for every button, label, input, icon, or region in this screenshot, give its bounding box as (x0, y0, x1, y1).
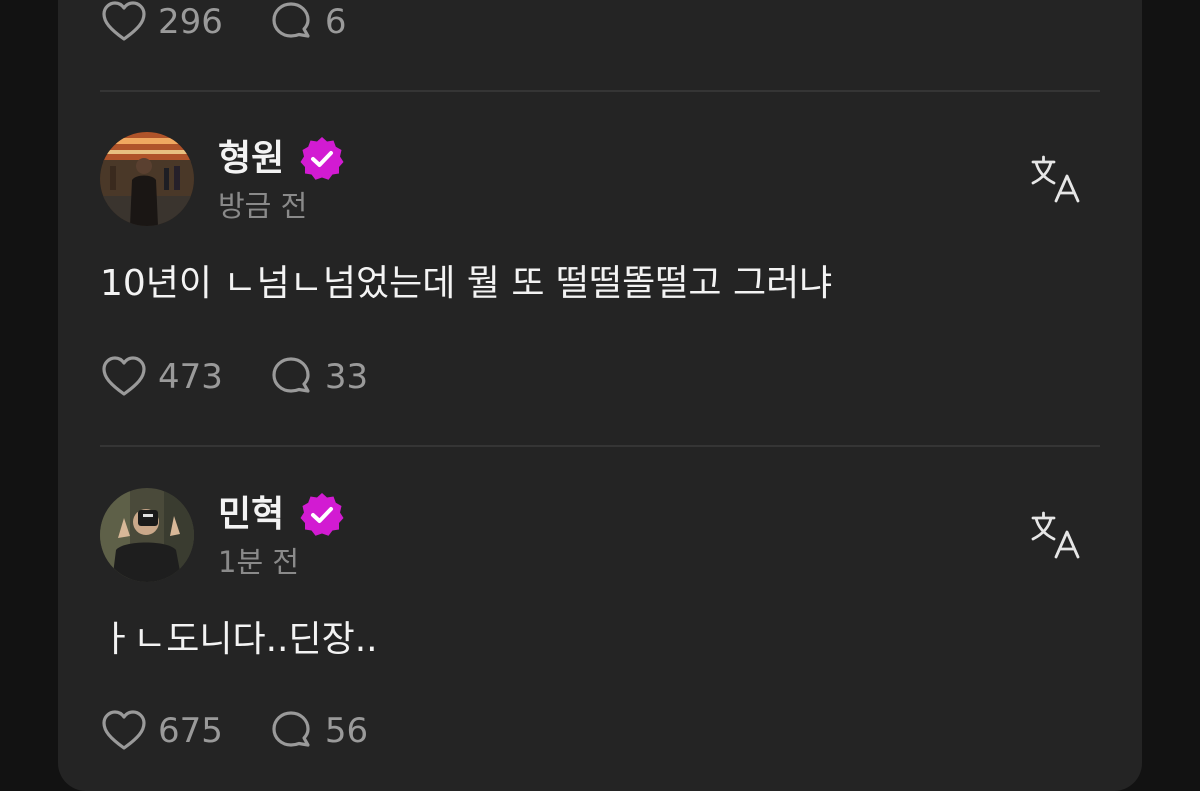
comment-bubble-icon (272, 2, 310, 38)
post-actions: 296 6 (100, 0, 391, 47)
post-text: ㅏㄴ도니다..딘장.. (100, 619, 378, 660)
comment-button[interactable]: 6 (267, 0, 347, 47)
post-actions: 473 33 (100, 352, 412, 402)
translate-icon[interactable] (1030, 154, 1082, 206)
comment-button[interactable]: 33 (267, 352, 368, 402)
verified-badge-icon (300, 493, 344, 536)
author-row: 민혁 (218, 490, 346, 540)
verified-badge-icon (300, 137, 344, 180)
username[interactable]: 형원 (218, 134, 284, 184)
heart-icon (102, 1, 146, 41)
comment-bubble-icon (272, 711, 310, 747)
like-button[interactable]: 473 (100, 352, 223, 402)
comment-count: 56 (324, 711, 369, 751)
username[interactable]: 민혁 (218, 490, 284, 540)
heart-icon (102, 356, 146, 396)
like-button[interactable]: 675 (100, 706, 223, 756)
comment-bubble-icon (272, 357, 310, 393)
like-count: 675 (158, 711, 223, 751)
post-previous: 296 6 (100, 0, 1100, 50)
heart-icon (102, 710, 146, 750)
like-button[interactable]: 296 (100, 0, 223, 47)
comment-button[interactable]: 56 (267, 706, 368, 756)
author-row: 형원 (218, 134, 346, 184)
post-divider (100, 445, 1100, 447)
post-item: 형원 방금 전 10년이 ㄴ넘ㄴ넘었는데 뭘 또 떨떨똘떨고 그러냐 473 3… (100, 132, 1100, 402)
post-actions: 675 56 (100, 706, 412, 756)
comment-count: 33 (324, 357, 369, 397)
post-time: 방금 전 (218, 189, 308, 223)
translate-icon[interactable] (1030, 510, 1082, 562)
post-text: 10년이 ㄴ넘ㄴ넘었는데 뭘 또 떨떨똘떨고 그러냐 (100, 263, 833, 304)
like-count: 473 (158, 357, 223, 397)
post-divider (100, 90, 1100, 92)
post-time: 1분 전 (218, 545, 300, 579)
like-count: 296 (158, 2, 223, 42)
post-item: 민혁 1분 전 ㅏㄴ도니다..딘장.. 675 56 (100, 488, 1100, 758)
avatar[interactable] (100, 132, 194, 226)
comment-count: 6 (324, 2, 347, 42)
avatar[interactable] (100, 488, 194, 582)
